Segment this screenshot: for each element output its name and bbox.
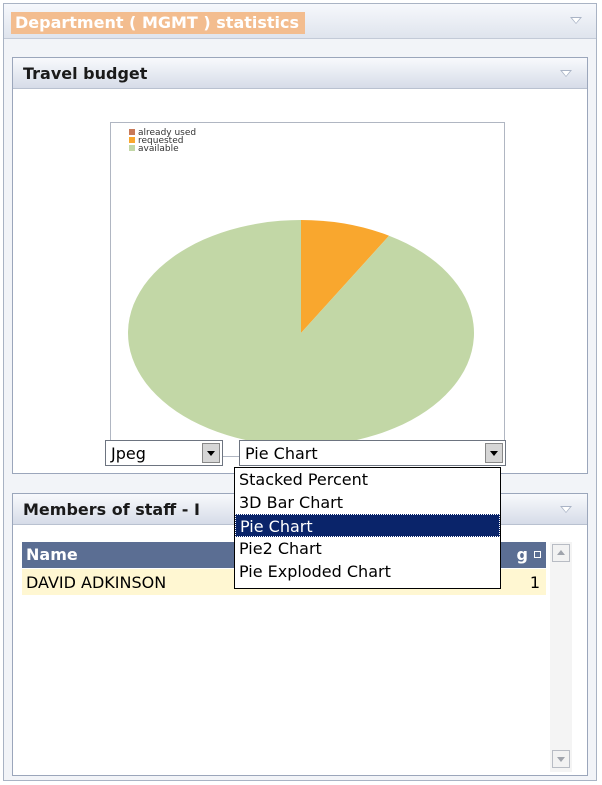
department-header: Department ( MGMT ) statistics [4, 4, 596, 39]
chart-type-select-value: Pie Chart [245, 444, 318, 463]
column-header-name[interactable]: Name [26, 545, 78, 564]
travel-budget-panel: Travel budget already used requested avail… [12, 57, 588, 474]
legend-swatch-available [129, 145, 135, 151]
column-options-icon[interactable] [534, 551, 541, 558]
chart-type-dropdown-list: Stacked Percent 3D Bar Chart Pie Chart P… [234, 467, 501, 589]
chevron-down-icon[interactable] [202, 443, 220, 463]
pie-chart: already usedrequestedavailable [127, 128, 474, 447]
pie-slice-available [127, 220, 474, 447]
department-title: Department ( MGMT ) statistics [11, 12, 306, 34]
collapse-icon[interactable] [560, 70, 572, 77]
department-statistics-panel: Department ( MGMT ) statistics Travel bu… [3, 3, 597, 781]
column-header-partial[interactable]: g [517, 545, 528, 564]
travel-budget-header: Travel budget [13, 58, 587, 89]
chart-legend: already usedrequestedavailable [129, 128, 196, 154]
collapse-icon[interactable] [560, 506, 572, 513]
members-of-staff-title: Members of staff - I [23, 500, 200, 519]
dropdown-option-pie-chart[interactable]: Pie Chart [235, 514, 500, 537]
staff-table-scrollbar[interactable] [550, 542, 572, 772]
legend-swatch-requested [129, 137, 135, 143]
scroll-up-icon[interactable] [552, 544, 570, 562]
staff-count-cell: 1 [529, 573, 540, 592]
legend-swatch-already-used [129, 129, 135, 135]
dropdown-option-pie2-chart[interactable]: Pie2 Chart [235, 537, 500, 560]
chart-type-select[interactable]: Pie Chart [239, 440, 506, 466]
legend-label-available: available [138, 144, 179, 154]
dropdown-option-3d-bar-chart[interactable]: 3D Bar Chart [235, 491, 500, 514]
pie-slices [127, 220, 474, 447]
dropdown-option-pie-exploded-chart[interactable]: Pie Exploded Chart [235, 560, 500, 583]
travel-budget-title: Travel budget [23, 64, 148, 83]
collapse-icon[interactable] [570, 17, 582, 24]
scroll-down-icon[interactable] [552, 750, 570, 768]
staff-name-cell: DAVID ADKINSON [26, 573, 167, 592]
format-select[interactable]: Jpeg [105, 440, 223, 466]
chevron-down-icon[interactable] [485, 443, 503, 463]
dropdown-option-stacked-percent[interactable]: Stacked Percent [235, 468, 500, 491]
format-select-value: Jpeg [111, 444, 146, 463]
travel-budget-chart: already used requested available [110, 122, 505, 457]
